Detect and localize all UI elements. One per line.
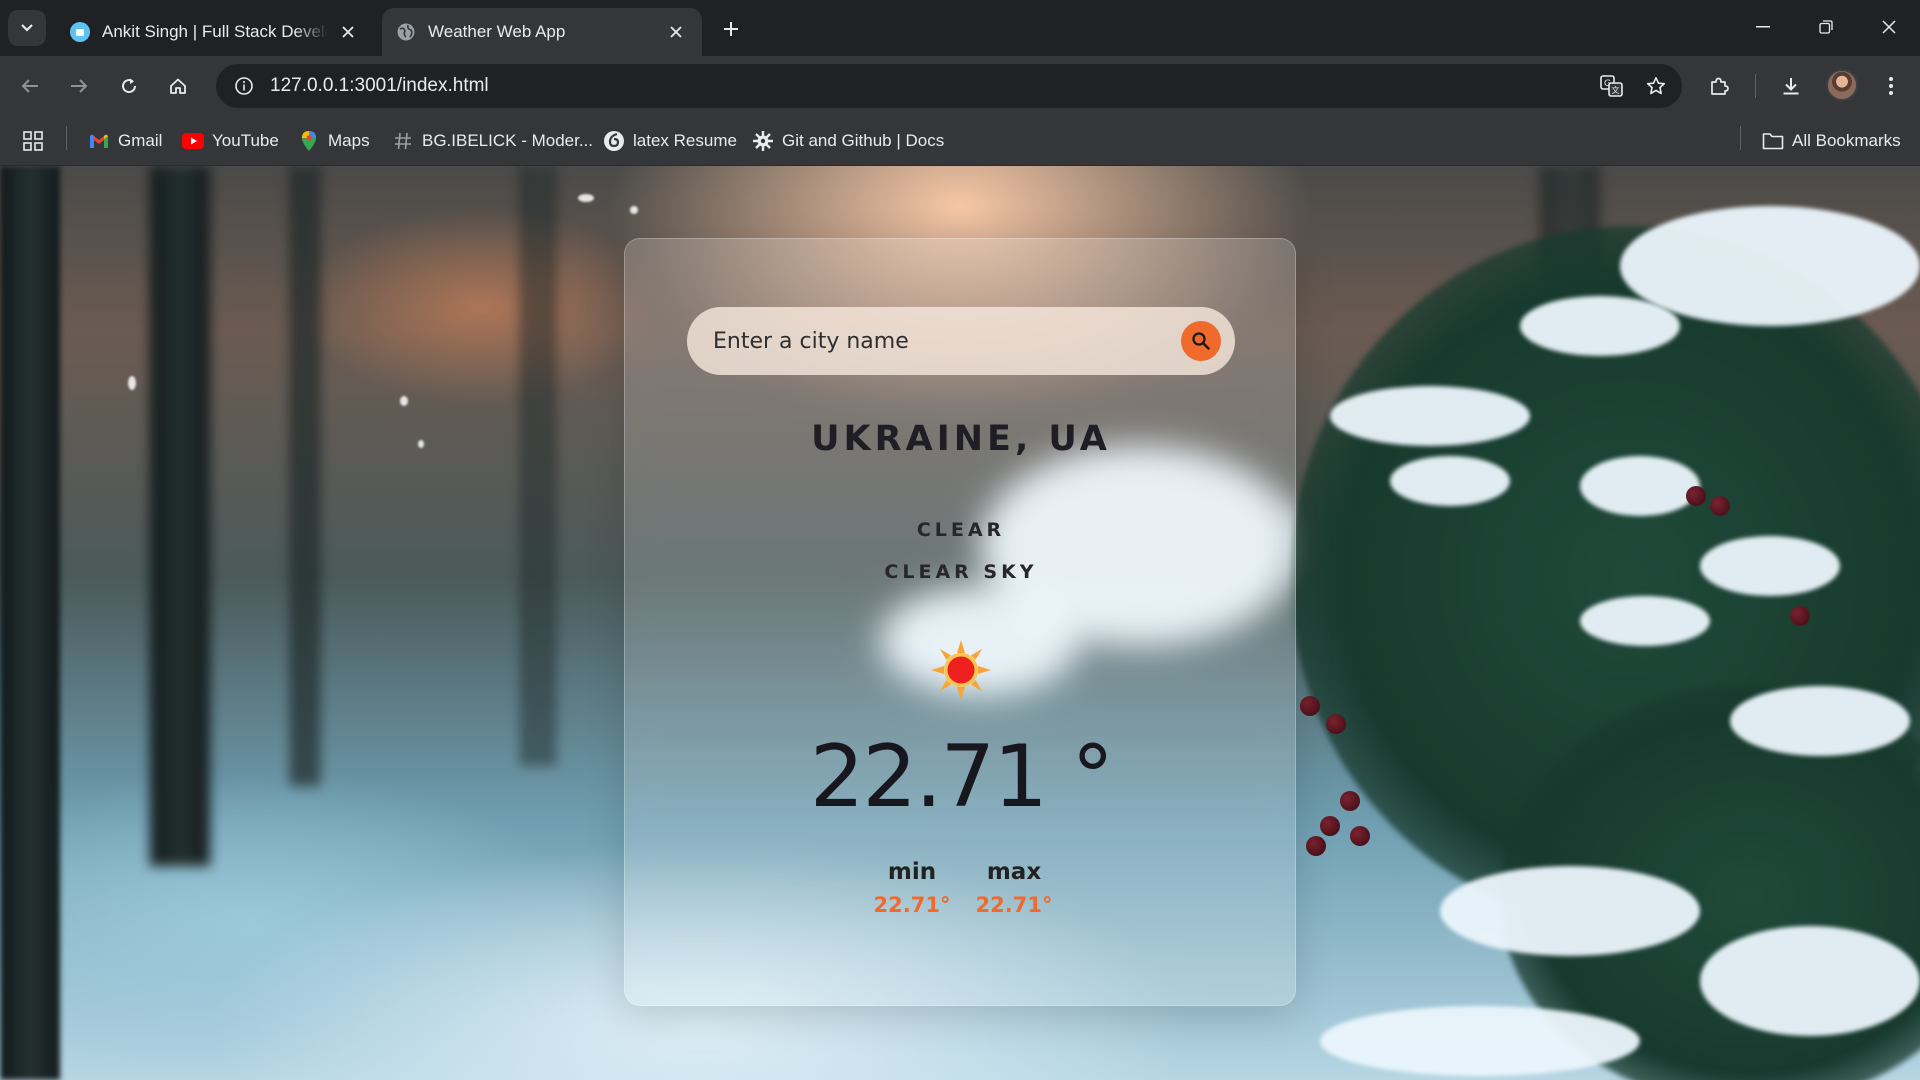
home-icon [170,78,186,94]
city-search-bar [687,307,1235,375]
tab-title: Ankit Singh | Full Stack Develop [102,22,328,41]
minimize-icon [1756,26,1770,28]
restore-icon [1819,20,1833,34]
max-temperature: max 22.71° [959,859,1069,917]
tab-title: Weather Web App [428,22,566,41]
bookmark-star-icon[interactable] [1638,68,1674,104]
all-bookmarks-button[interactable]: All Bookmarks [1762,126,1901,156]
minimize-button[interactable] [1740,8,1786,46]
bookmark-label: Maps [328,131,370,150]
extensions-button[interactable] [1701,68,1737,104]
weather-condition: CLEAR [916,519,1006,541]
city-name: UKRAINE, UA [811,419,1111,459]
min-value: 22.71° [873,893,951,917]
youtube-icon [182,130,204,152]
translate-icon[interactable]: G文 [1594,68,1630,104]
tab-weather-web-app[interactable]: Weather Web App [382,8,702,56]
temperature-value: 22.71 ° [809,727,1115,827]
bookmark-gmail[interactable]: Gmail [88,126,162,156]
bookmark-bg-ibelick[interactable]: BG.IBELICK - Moder... [392,126,593,156]
globe-icon [396,22,416,42]
search-icon [1192,332,1210,350]
tab-portfolio[interactable]: Ankit Singh | Full Stack Develop [56,8,374,56]
page-viewport: UKRAINE, UA CLEAR CLEAR SKY 22.71 ° min … [0,166,1920,1080]
forward-button[interactable] [61,68,97,104]
bookmarks-bar [0,116,1920,166]
close-tab-icon[interactable] [664,20,688,44]
puzzle-icon [1711,77,1729,95]
close-tab-icon[interactable] [336,20,360,44]
min-temperature: min 22.71° [857,859,967,917]
search-button[interactable] [1181,321,1221,361]
tab-strip: Ankit Singh | Full Stack Develop Weather… [0,0,1920,56]
apps-button[interactable] [22,126,44,156]
downloads-button[interactable] [1773,68,1809,104]
back-button[interactable] [12,68,48,104]
svg-text:文: 文 [1612,85,1620,95]
close-icon [1882,20,1896,34]
toolbar-divider [1755,74,1756,98]
arrow-right-icon [71,79,88,93]
site-info-icon[interactable] [222,64,266,108]
max-label: max [986,859,1042,885]
weather-card: UKRAINE, UA CLEAR CLEAR SKY 22.71 ° min … [624,238,1296,1006]
bookmarks-divider [66,126,67,150]
home-button[interactable] [160,68,196,104]
plus-icon [724,22,738,36]
bookmark-label: latex Resume [633,131,737,150]
url-text[interactable]: 127.0.0.1:3001/index.html [270,75,1594,97]
gear-icon [752,130,774,152]
city-search-input[interactable] [713,328,1181,354]
maps-icon [298,130,320,152]
all-bookmarks-label: All Bookmarks [1792,131,1901,150]
bookmark-git-github-docs[interactable]: Git and Github | Docs [752,126,944,156]
chevron-down-icon [21,24,33,32]
restore-button[interactable] [1803,8,1849,46]
hash-icon [392,130,414,152]
browser-menu-button[interactable] [1873,68,1909,104]
min-label: min [887,859,937,885]
address-bar[interactable]: 127.0.0.1:3001/index.html G文 [216,64,1682,108]
bookmark-maps[interactable]: Maps [298,126,370,156]
reload-button[interactable] [111,68,147,104]
bookmark-label: Gmail [118,131,163,150]
weather-description: CLEAR SKY [884,561,1038,583]
max-value: 22.71° [975,893,1053,917]
download-icon [1783,78,1799,95]
bookmark-label: Git and Github | Docs [782,131,945,150]
arrow-left-icon [21,79,38,93]
portfolio-favicon-icon [70,22,90,42]
bookmark-label: BG.IBELICK - Moder... [422,131,594,150]
bookmark-youtube[interactable]: YouTube [182,126,279,156]
overleaf-icon [603,130,625,152]
tab-search-button[interactable] [8,10,46,46]
bookmark-latex-resume[interactable]: latex Resume [603,126,737,156]
bookmark-label: YouTube [212,131,279,150]
close-window-button[interactable] [1866,8,1912,46]
browser-toolbar: 127.0.0.1:3001/index.html G文 [0,56,1920,116]
bookmarks-divider [1740,126,1741,150]
profile-avatar[interactable] [1826,69,1858,101]
folder-icon [1762,130,1784,152]
new-tab-button[interactable] [716,14,746,44]
reload-icon [122,78,137,94]
apps-grid-icon [23,131,43,151]
clear-sky-sun-icon [931,640,991,700]
gmail-icon [88,130,110,152]
kebab-menu-icon [1889,77,1893,95]
